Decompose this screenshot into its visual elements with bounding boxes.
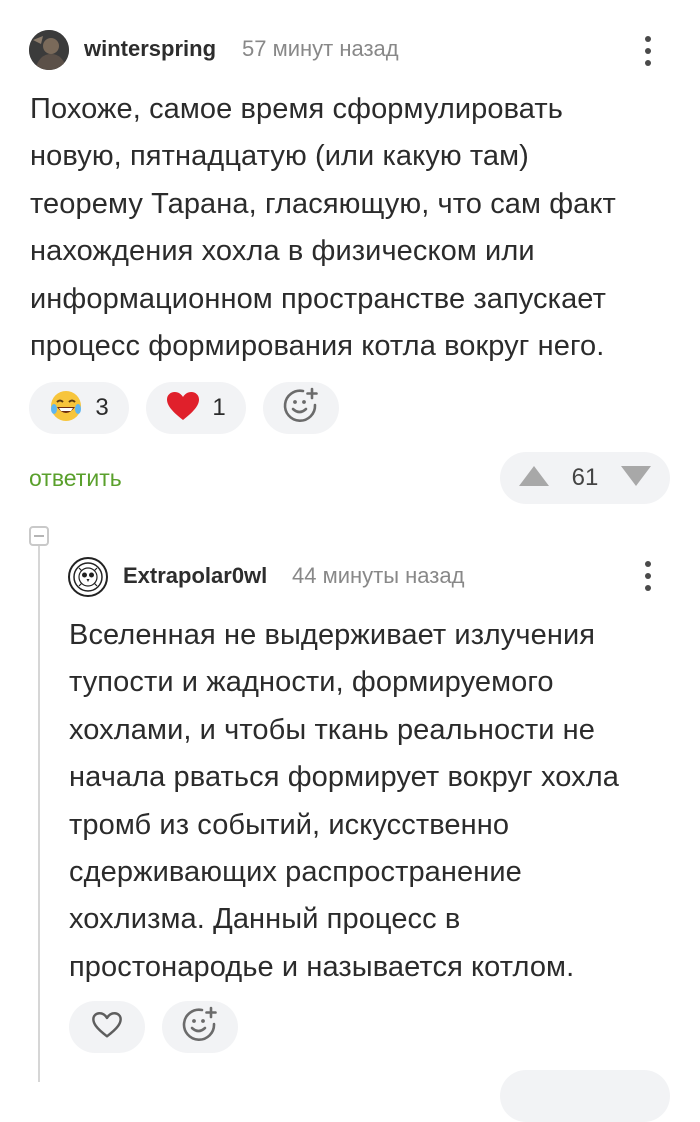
username[interactable]: Extrapolar0wl <box>123 563 267 589</box>
reaction-count: 1 <box>212 394 226 421</box>
reaction-heart[interactable]: 1 <box>146 382 246 434</box>
downvote-icon[interactable] <box>620 465 652 492</box>
heart-icon <box>166 391 200 426</box>
reaction-laughing[interactable]: 3 <box>29 382 129 434</box>
add-reaction-button[interactable] <box>162 1001 238 1053</box>
timestamp: 57 минут назад <box>242 36 399 61</box>
comment-text: Похоже, самое время сформулировать новую… <box>30 93 616 363</box>
rating-count: 61 <box>571 464 599 491</box>
reaction-heart[interactable] <box>69 1001 145 1053</box>
rating-box <box>500 1070 670 1122</box>
avatar[interactable] <box>29 30 69 70</box>
reply-link[interactable]: ответить <box>29 465 122 492</box>
laughing-emoji-icon <box>49 389 83 428</box>
avatar[interactable] <box>68 557 108 597</box>
add-reaction-icon <box>181 1006 219 1049</box>
rating-box: 61 <box>500 452 670 504</box>
more-options-icon[interactable] <box>644 561 652 591</box>
heart-outline-icon <box>91 1010 123 1045</box>
reply-text: Вселенная не выдерживает излучения тупос… <box>69 619 619 983</box>
reaction-count: 3 <box>95 394 109 421</box>
thread-line[interactable] <box>38 540 40 1082</box>
username[interactable]: winterspring <box>84 36 216 62</box>
add-reaction-button[interactable] <box>263 382 339 434</box>
timestamp: 44 минуты назад <box>292 563 465 588</box>
upvote-icon[interactable] <box>518 465 550 492</box>
add-reaction-icon <box>282 387 320 430</box>
collapse-thread-button[interactable] <box>29 526 49 546</box>
more-options-icon[interactable] <box>644 36 652 66</box>
